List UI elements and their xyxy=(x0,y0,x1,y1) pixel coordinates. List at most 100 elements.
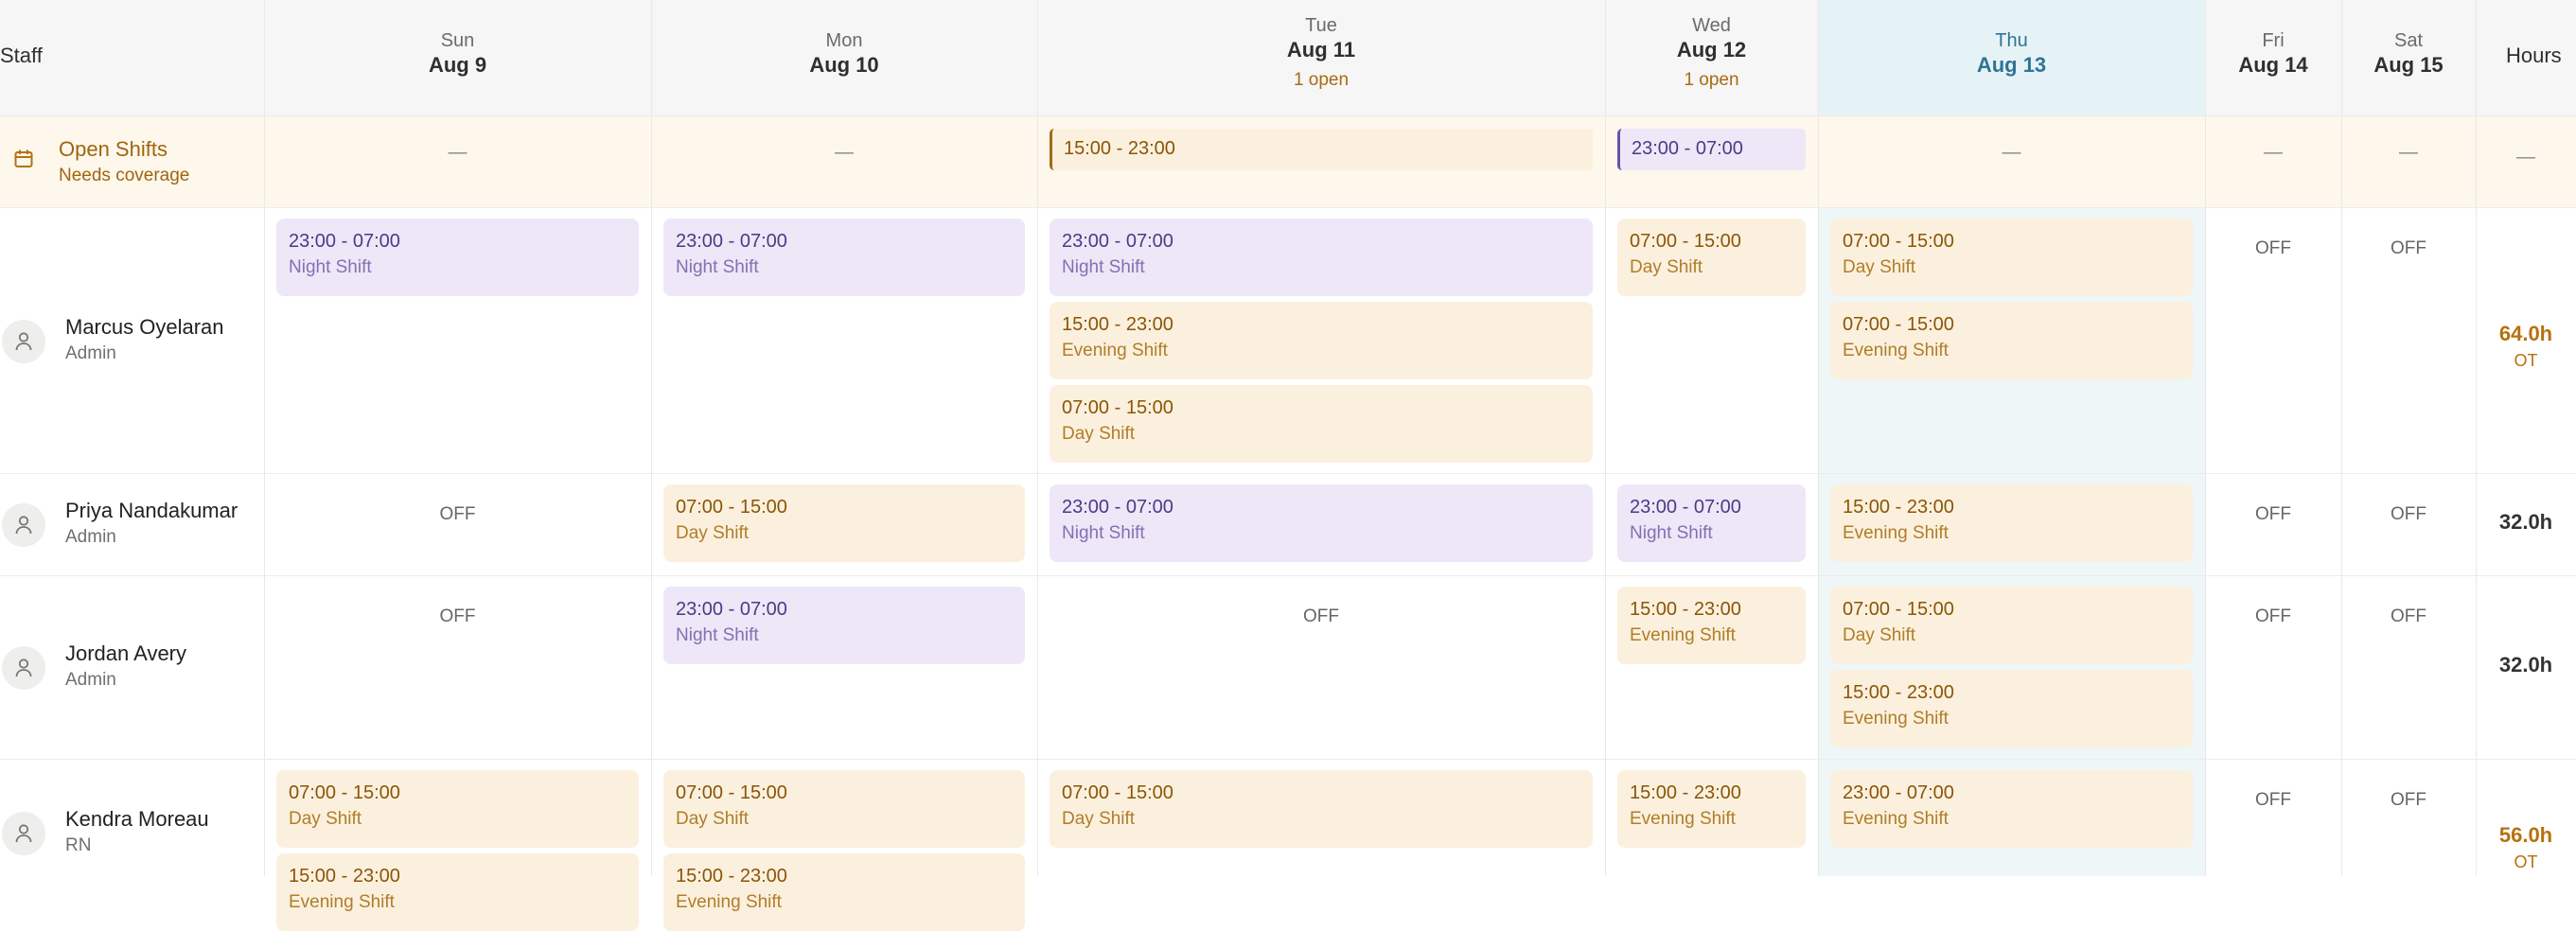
shift-card[interactable]: 15:00 - 23:00 Evening Shift xyxy=(663,853,1025,931)
shift-card[interactable]: 07:00 - 15:00 Day Shift xyxy=(663,770,1025,848)
shift-name: Night Shift xyxy=(676,257,759,277)
shift-time: 07:00 - 15:00 xyxy=(1843,231,1954,252)
shift-time: 23:00 - 07:00 xyxy=(1843,782,1954,803)
shift-time: 07:00 - 15:00 xyxy=(1062,782,1173,803)
shift-name: Day Shift xyxy=(1062,424,1136,444)
day-name: Tue xyxy=(1305,15,1337,36)
shift-card[interactable]: 15:00 - 23:00 Evening Shift xyxy=(276,853,639,931)
shift-card[interactable]: 23:00 - 07:00 Evening Shift xyxy=(1830,770,2193,848)
shift-name: Evening Shift xyxy=(1630,809,1736,829)
day-header-sat[interactable]: Sat Aug 15 xyxy=(2341,29,2476,79)
avatar xyxy=(2,812,45,855)
empty-dash: — xyxy=(2002,142,2021,163)
shift-name: Evening Shift xyxy=(1843,709,1949,729)
day-header-tue[interactable]: Tue Aug 11 1 open xyxy=(1037,14,1605,92)
shift-name: Evening Shift xyxy=(289,892,395,912)
shift-card[interactable]: 15:00 - 23:00 Evening Shift xyxy=(1050,302,1593,379)
day-name: Sat xyxy=(2393,30,2424,51)
shift-name: Day Shift xyxy=(676,809,750,829)
shift-card[interactable]: 15:00 - 23:00 Evening Shift xyxy=(1830,484,2193,562)
overtime-badge: OT xyxy=(2514,852,2538,871)
shift-card[interactable]: 15:00 - 23:00 Evening Shift xyxy=(1617,587,1806,664)
empty-dash: — xyxy=(2399,142,2418,163)
shift-time: 15:00 - 23:00 xyxy=(289,866,400,887)
row-divider xyxy=(0,207,2576,208)
shift-name: Evening Shift xyxy=(1843,523,1949,543)
shift-name: Evening Shift xyxy=(1630,625,1736,645)
shift-name: Day Shift xyxy=(1062,809,1136,829)
shift-card[interactable]: 23:00 - 07:00 Night Shift xyxy=(663,219,1025,296)
staff-name[interactable]: Jordan Avery xyxy=(65,641,186,666)
off-label: OFF xyxy=(439,606,476,626)
day-header-thu[interactable]: Thu Aug 13 xyxy=(1818,29,2205,79)
row-divider xyxy=(0,759,2576,760)
shift-card[interactable]: 23:00 - 07:00 Night Shift xyxy=(1050,484,1593,562)
shift-time: 23:00 - 07:00 xyxy=(1630,497,1741,518)
shift-card[interactable]: 07:00 - 15:00 Day Shift xyxy=(1830,219,2193,296)
day-header-fri[interactable]: Fri Aug 14 xyxy=(2205,29,2341,79)
staff-role: Admin xyxy=(65,527,116,547)
shift-name: Night Shift xyxy=(1630,523,1713,543)
day-name: Wed xyxy=(1692,15,1731,36)
staff-name[interactable]: Kendra Moreau xyxy=(65,807,209,832)
day-header-sun[interactable]: Sun Aug 9 xyxy=(264,29,651,79)
column-divider xyxy=(1605,0,1606,876)
column-divider xyxy=(1037,0,1038,876)
shift-time: 23:00 - 07:00 xyxy=(1062,231,1173,252)
shift-card[interactable]: 07:00 - 15:00 Day Shift xyxy=(1617,219,1806,296)
staff-role: Admin xyxy=(65,343,116,363)
shift-name: Night Shift xyxy=(1062,257,1145,277)
shift-card[interactable]: 15:00 - 23:00 Evening Shift xyxy=(1617,770,1806,848)
column-divider xyxy=(1818,0,1819,876)
shift-time: 07:00 - 15:00 xyxy=(1630,231,1741,252)
shift-card[interactable]: 23:00 - 07:00 Night Shift xyxy=(1617,484,1806,562)
shift-card[interactable]: 07:00 - 15:00 Day Shift xyxy=(663,484,1025,562)
shift-card[interactable]: 23:00 - 07:00 Night Shift xyxy=(276,219,639,296)
shift-name: Evening Shift xyxy=(676,892,782,912)
day-header-mon[interactable]: Mon Aug 10 xyxy=(651,29,1037,79)
column-divider xyxy=(2476,0,2477,876)
staff-name[interactable]: Marcus Oyelaran xyxy=(65,315,224,340)
shift-name: Night Shift xyxy=(1062,523,1145,543)
day-name: Thu xyxy=(1995,30,2028,51)
shift-card[interactable]: 23:00 - 07:00 Night Shift xyxy=(1050,219,1593,296)
shift-name: Day Shift xyxy=(1843,625,1916,645)
column-divider xyxy=(651,0,652,876)
shift-card[interactable]: 07:00 - 15:00 Evening Shift xyxy=(1830,302,2193,379)
shift-name: Day Shift xyxy=(1843,257,1916,277)
staff-column-header: Staff xyxy=(0,44,43,67)
staff-hours: 32.0h xyxy=(2498,653,2553,676)
overtime-badge: OT xyxy=(2514,350,2538,370)
off-label: OFF xyxy=(1303,606,1339,626)
shift-time: 23:00 - 07:00 xyxy=(676,599,787,620)
shift-card[interactable]: 07:00 - 15:00 Day Shift xyxy=(1050,385,1593,463)
shift-card[interactable]: 07:00 - 15:00 Day Shift xyxy=(1830,587,2193,664)
off-label: OFF xyxy=(2255,606,2291,626)
off-label: OFF xyxy=(2391,238,2426,258)
shift-card[interactable]: 15:00 - 23:00 Evening Shift xyxy=(1830,670,2193,747)
shift-card[interactable]: 07:00 - 15:00 Day Shift xyxy=(276,770,639,848)
off-label: OFF xyxy=(2255,504,2291,524)
empty-dash: — xyxy=(835,142,854,163)
off-label: OFF xyxy=(2391,790,2426,810)
day-date: Aug 15 xyxy=(2373,53,2444,77)
staff-name[interactable]: Priya Nandakumar xyxy=(65,499,238,523)
row-divider xyxy=(0,575,2576,576)
open-count-badge: 1 open xyxy=(1293,70,1350,90)
shift-card[interactable]: 23:00 - 07:00 Night Shift xyxy=(663,587,1025,664)
day-header-wed[interactable]: Wed Aug 12 1 open xyxy=(1605,14,1818,92)
calendar-icon xyxy=(13,149,34,174)
open-shift-chip[interactable]: 23:00 - 07:00 xyxy=(1617,129,1806,170)
open-shift-chip[interactable]: 15:00 - 23:00 xyxy=(1050,129,1593,170)
column-divider xyxy=(2205,0,2206,876)
empty-dash: — xyxy=(448,142,468,163)
shift-card[interactable]: 07:00 - 15:00 Day Shift xyxy=(1050,770,1593,848)
off-label: OFF xyxy=(2391,504,2426,524)
shift-name: Evening Shift xyxy=(1062,341,1168,360)
avatar xyxy=(2,319,45,363)
hours-empty-dash: — xyxy=(2516,147,2535,167)
shift-name: Evening Shift xyxy=(1843,809,1949,829)
shift-time: 07:00 - 15:00 xyxy=(1062,397,1173,418)
open-shifts-title: Open Shifts xyxy=(59,137,168,161)
off-label: OFF xyxy=(439,504,476,524)
